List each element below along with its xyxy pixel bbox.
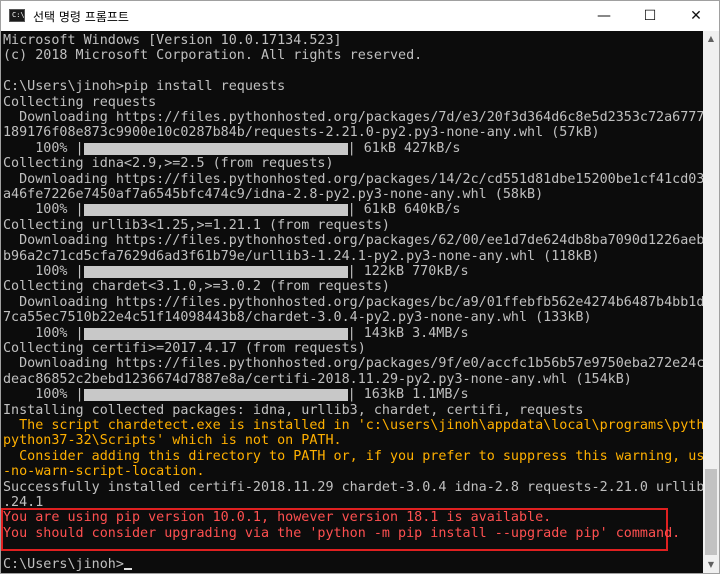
console-line: Downloading https://files.pythonhosted.o… bbox=[3, 295, 703, 311]
console-app-icon[interactable]: C:\. bbox=[9, 9, 29, 22]
console-line: Collecting certifi>=2017.4.17 (from requ… bbox=[3, 341, 366, 357]
minimize-button[interactable]: — bbox=[581, 1, 627, 31]
progress-line: 100% | | 61kB 640kB/s bbox=[3, 202, 461, 218]
download-speed: | 122kB 770kB/s bbox=[347, 264, 469, 279]
console-line: Collecting chardet<3.1.0,>=3.0.2 (from r… bbox=[3, 279, 390, 295]
window-title: 선택 명령 프롬프트 bbox=[33, 10, 129, 24]
progress-bar bbox=[83, 389, 348, 402]
console-line-text: Collecting certifi>=2017.4.17 (from requ… bbox=[3, 341, 366, 356]
maximize-button[interactable]: ☐ bbox=[627, 1, 673, 31]
console-line: 7ca55ec7510b22e4c51f14098443b8/chardet-3… bbox=[3, 310, 592, 326]
console-line: Collecting urllib3<1.25,>=1.21.1 (from r… bbox=[3, 218, 390, 234]
progress-percent: 100% | bbox=[3, 140, 84, 156]
console-line: deac86852c2bebd1236674d7887e8a/certifi-2… bbox=[3, 372, 632, 388]
text-cursor[interactable] bbox=[123, 567, 132, 570]
progress-percent: 100% | bbox=[3, 387, 84, 403]
console-line-text: You should consider upgrading via the 'p… bbox=[3, 525, 681, 541]
progress-line: 100% | | 143kB 3.4MB/s bbox=[3, 325, 469, 342]
download-speed: | 61kB 640kB/s bbox=[347, 202, 461, 218]
console-line-text: Installing collected packages: idna, url… bbox=[3, 402, 584, 418]
console-line-text: Downloading https://files.pythonhosted.o… bbox=[3, 110, 703, 125]
progress-percent: 100% | bbox=[3, 325, 84, 341]
console-line-text: Downloading https://files.pythonhosted.o… bbox=[3, 294, 703, 310]
console-line: Collecting idna<2.9,>=2.5 (from requests… bbox=[3, 156, 334, 172]
console-line: Consider adding this directory to PATH o… bbox=[3, 449, 703, 465]
console-line-text: b96a2c71cd5cfa7629d6ad3f61b79e/urllib3-1… bbox=[3, 248, 600, 264]
download-speed: | 143kB 3.4MB/s bbox=[347, 325, 469, 341]
progress-percent: 100% | bbox=[3, 202, 84, 218]
console-line-text: (c) 2018 Microsoft Corporation. All righ… bbox=[3, 48, 423, 64]
console-line-text: a46fe7226e7450af7a6545bfc474c9/idna-2.8-… bbox=[3, 187, 544, 202]
console-line: 189176f08e873c9900e10c0287b84b/requests-… bbox=[3, 125, 600, 141]
console-line-text: deac86852c2bebd1236674d7887e8a/certifi-2… bbox=[3, 371, 632, 387]
console-line-text: Downloading https://files.pythonhosted.o… bbox=[3, 356, 703, 372]
progress-line: 100% | | 61kB 427kB/s bbox=[3, 140, 461, 157]
console-output[interactable]: Microsoft Windows [Version 10.0.17134.52… bbox=[1, 31, 703, 573]
console-line: (c) 2018 Microsoft Corporation. All righ… bbox=[3, 48, 422, 64]
console-line-text: Microsoft Windows [Version 10.0.17134.52… bbox=[3, 33, 342, 48]
vertical-scrollbar[interactable]: ▲ ▼ bbox=[703, 31, 719, 573]
console-line-text: Collecting chardet<3.1.0,>=3.0.2 (from r… bbox=[3, 279, 390, 295]
console-line-text: The script chardetect.exe is installed i… bbox=[3, 418, 703, 433]
progress-bar bbox=[83, 142, 348, 155]
scroll-down-arrow-icon[interactable]: ▼ bbox=[703, 557, 719, 573]
prompt-path: C:\Users\jinoh> bbox=[3, 556, 124, 572]
download-speed: | 61kB 427kB/s bbox=[347, 140, 461, 156]
console-line: You should consider upgrading via the 'p… bbox=[3, 526, 680, 542]
progress-line: 100% | | 163kB 1.1MB/s bbox=[3, 387, 469, 403]
title-bar[interactable]: C:\. 선택 명령 프롬프트 — ☐ ✕ bbox=[1, 1, 719, 31]
console-line-text: Collecting urllib3<1.25,>=1.21.1 (from r… bbox=[3, 217, 390, 233]
command-prompt-line: C:\Users\jinoh> bbox=[3, 557, 132, 573]
console-line-text: Downloading https://files.pythonhosted.o… bbox=[3, 233, 703, 249]
console-line-text: You are using pip version 10.0.1, howeve… bbox=[3, 510, 552, 526]
progress-bar bbox=[83, 327, 348, 340]
console-line: Microsoft Windows [Version 10.0.17134.52… bbox=[3, 33, 342, 49]
console-line: .24.1 bbox=[3, 495, 43, 511]
console-line-text: Collecting requests bbox=[3, 94, 157, 110]
progress-percent: 100% | bbox=[3, 264, 84, 279]
command-prompt-window: C:\. 선택 명령 프롬프트 — ☐ ✕ Microsoft Windows … bbox=[0, 0, 720, 574]
progress-bar bbox=[83, 204, 348, 217]
download-speed: | 163kB 1.1MB/s bbox=[347, 387, 469, 403]
console-line-text: Successfully installed certifi-2018.11.2… bbox=[3, 479, 703, 495]
console-line: a46fe7226e7450af7a6545bfc474c9/idna-2.8-… bbox=[3, 187, 543, 203]
progress-bar bbox=[83, 266, 348, 278]
console-line: -no-warn-script-location. bbox=[3, 464, 205, 480]
console-line: Downloading https://files.pythonhosted.o… bbox=[3, 233, 703, 249]
console-line: Collecting requests bbox=[3, 95, 156, 111]
console-line: You are using pip version 10.0.1, howeve… bbox=[3, 510, 551, 526]
progress-line: 100% | | 122kB 770kB/s bbox=[3, 264, 469, 280]
console-line: b96a2c71cd5cfa7629d6ad3f61b79e/urllib3-1… bbox=[3, 249, 600, 265]
scroll-up-arrow-icon[interactable]: ▲ bbox=[703, 31, 719, 47]
console-line-text: python37-32\Scripts' which is not on PAT… bbox=[3, 433, 342, 449]
console-line-text: .24.1 bbox=[3, 495, 44, 510]
console-line: Downloading https://files.pythonhosted.o… bbox=[3, 356, 703, 372]
close-button[interactable]: ✕ bbox=[673, 1, 719, 31]
console-line-text: C:\Users\jinoh>pip install requests bbox=[3, 79, 286, 95]
console-line: C:\Users\jinoh>pip install requests bbox=[3, 79, 285, 95]
console-line: Successfully installed certifi-2018.11.2… bbox=[3, 480, 703, 496]
scrollbar-thumb[interactable] bbox=[705, 469, 717, 555]
console-line-text: Downloading https://files.pythonhosted.o… bbox=[3, 171, 703, 187]
console-line-text: Collecting idna<2.9,>=2.5 (from requests… bbox=[3, 156, 334, 172]
console-line: The script chardetect.exe is installed i… bbox=[3, 418, 703, 434]
console-line: Installing collected packages: idna, url… bbox=[3, 403, 583, 419]
console-line-text: 189176f08e873c9900e10c0287b84b/requests-… bbox=[3, 125, 600, 141]
console-line: Downloading https://files.pythonhosted.o… bbox=[3, 172, 703, 188]
console-line: Downloading https://files.pythonhosted.o… bbox=[3, 110, 703, 126]
console-line-text: Consider adding this directory to PATH o… bbox=[3, 448, 703, 464]
console-line-text: -no-warn-script-location. bbox=[3, 464, 205, 480]
console-line: python37-32\Scripts' which is not on PAT… bbox=[3, 433, 342, 449]
console-line-text: 7ca55ec7510b22e4c51f14098443b8/chardet-3… bbox=[3, 310, 592, 326]
